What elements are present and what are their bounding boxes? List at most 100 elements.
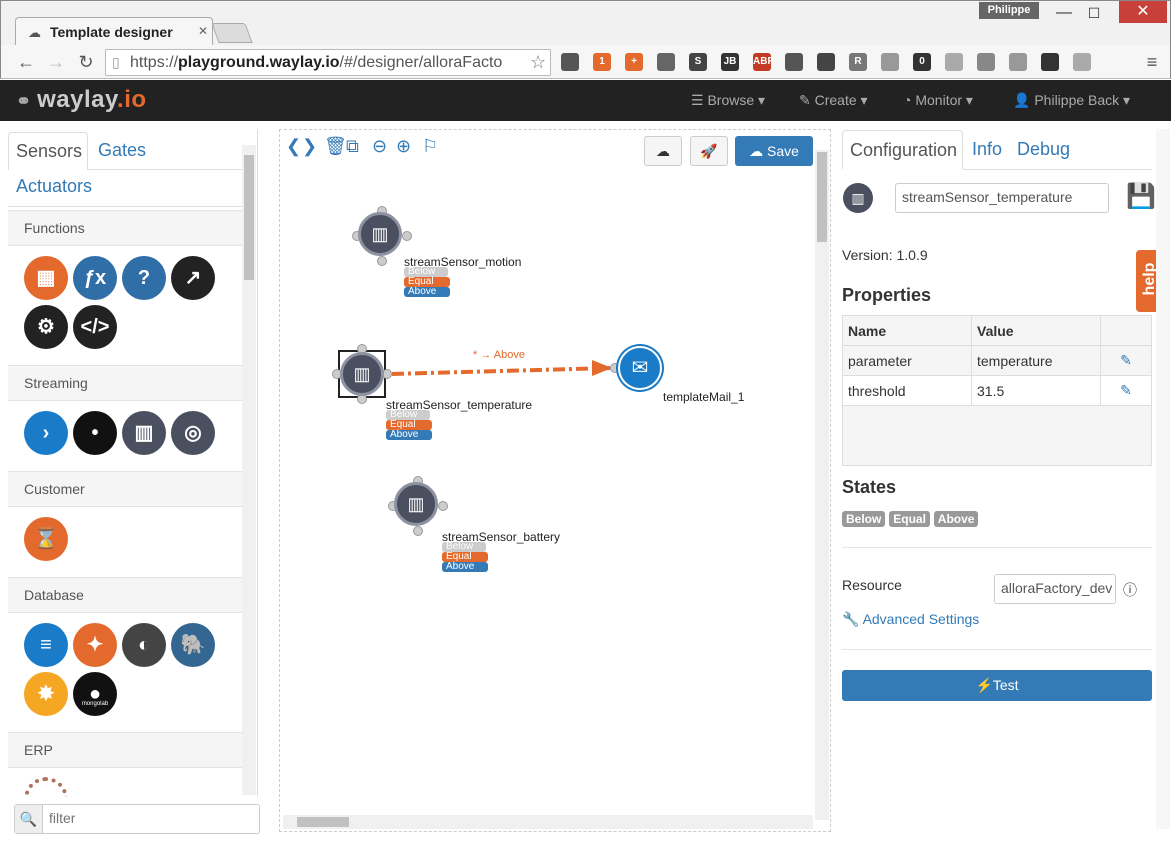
jb-icon[interactable]: JB	[721, 53, 739, 71]
category-customer[interactable]: Customer	[8, 471, 242, 507]
tab-gates[interactable]: Gates	[98, 140, 146, 161]
gears-icon[interactable]: ⚙	[24, 305, 68, 349]
search-icon: 🔍	[15, 805, 43, 833]
dots-icon[interactable]: 1	[593, 53, 611, 71]
canvas-vertical-scrollbar[interactable]	[815, 150, 829, 820]
back-icon[interactable]: ←	[15, 51, 37, 73]
node-states: Below Equal Above	[404, 267, 450, 297]
node-port[interactable]	[402, 231, 412, 241]
node-templateMail[interactable]: ✉	[610, 344, 664, 392]
erp-partial-icon[interactable]	[24, 777, 68, 797]
category-functions[interactable]: Functions	[8, 210, 242, 246]
tab-sensors[interactable]: Sensors	[8, 132, 88, 170]
browser-tab[interactable]: ☁ Template designer ✕	[15, 17, 213, 47]
hourglass-icon[interactable]: ⌛	[24, 517, 68, 561]
stream-dot-icon[interactable]: •	[73, 411, 117, 455]
node-port[interactable]	[438, 501, 448, 511]
question-icon[interactable]: ?	[122, 256, 166, 300]
reload-icon[interactable]: ↻	[75, 51, 97, 73]
address-bar[interactable]: ▯ https://playground.waylay.io/#/designe…	[105, 49, 551, 76]
save-floppy-icon[interactable]: 💾	[1126, 182, 1156, 211]
advanced-settings-link[interactable]: 🔧 Advanced Settings	[842, 611, 979, 628]
info-icon[interactable]: ⓘ	[1123, 580, 1137, 600]
angular-icon[interactable]	[1009, 53, 1027, 71]
chevron-right-icon[interactable]: ›	[24, 411, 68, 455]
edit-icon[interactable]: ✎	[1100, 375, 1152, 406]
close-icon[interactable]: ✕	[198, 24, 208, 38]
version-text: Version: 1.0.9	[842, 247, 928, 263]
node-streamSensor-motion[interactable]: ▥	[352, 206, 412, 266]
edge-line[interactable]	[391, 366, 611, 376]
test-button[interactable]: ⚡Test	[842, 670, 1152, 701]
radar-icon[interactable]: ◎	[171, 411, 215, 455]
scrollbar-thumb[interactable]	[817, 152, 827, 242]
node-streamSensor-temperature[interactable]: ▥	[332, 344, 392, 404]
category-streaming[interactable]: Streaming	[8, 365, 242, 401]
scrollbar-thumb[interactable]	[297, 817, 349, 827]
tab-actuators[interactable]: Actuators	[16, 176, 92, 197]
filter-input[interactable]	[49, 810, 249, 826]
swirl-icon[interactable]	[1073, 53, 1091, 71]
page-scrollbar[interactable]	[1156, 129, 1170, 829]
node-port[interactable]	[377, 256, 387, 266]
table-empty-row	[842, 405, 1152, 466]
function-icon[interactable]: ƒx	[73, 256, 117, 300]
cassandra-icon[interactable]: ✦	[73, 623, 117, 667]
hive-icon[interactable]: ✸	[24, 672, 68, 716]
qr-icon[interactable]	[817, 53, 835, 71]
waylay-logo[interactable]: ⚭ waylay.io	[16, 86, 147, 114]
tab-configuration[interactable]: Configuration	[842, 130, 963, 169]
zero-icon[interactable]: 0	[913, 53, 931, 71]
edit-icon[interactable]: ✎	[1100, 345, 1152, 376]
user-menu[interactable]: 👤 Philippe Back ▾	[1013, 92, 1130, 109]
scrollbar-thumb[interactable]	[244, 155, 254, 280]
monitor-menu[interactable]: ◔ Monitor ▾	[903, 92, 973, 109]
s-icon[interactable]: S	[689, 53, 707, 71]
database-icon[interactable]: ≡	[24, 623, 68, 667]
postgres-icon[interactable]: 🐘	[171, 623, 215, 667]
edge-label: * → Above	[473, 349, 525, 361]
designer-canvas[interactable]: ❮ ❯ 🗑 ⧉ ⊖ ⊕ ⚐ ☁ 🚀 ☁ Save * → Above ▥ str…	[279, 129, 831, 832]
state-above[interactable]: Above	[404, 287, 450, 297]
code-icon[interactable]: </>	[73, 305, 117, 349]
menu-icon[interactable]: ≡	[1141, 51, 1163, 73]
category-database[interactable]: Database	[8, 577, 242, 613]
globe-icon[interactable]	[945, 53, 963, 71]
lamp-icon[interactable]	[561, 53, 579, 71]
property-name: threshold	[842, 375, 972, 406]
resource-input[interactable]: alloraFactory_dev	[994, 574, 1116, 604]
browse-menu[interactable]: ☰ Browse ▾	[691, 92, 765, 109]
node-port[interactable]	[413, 526, 423, 536]
abp-icon[interactable]: ABP	[753, 53, 774, 71]
bookmark-star-icon[interactable]: ☆	[530, 52, 546, 73]
r-icon[interactable]: R	[849, 53, 867, 71]
tab-info[interactable]: Info	[972, 139, 1002, 160]
screen-icon[interactable]	[1041, 53, 1059, 71]
node-streamSensor-battery[interactable]: ▥	[388, 476, 448, 536]
plus-icon[interactable]: +	[625, 53, 643, 71]
state-above[interactable]: Above	[442, 562, 488, 572]
minimize-icon[interactable]: —	[1049, 3, 1079, 25]
window-close-icon[interactable]: ✕	[1119, 1, 1167, 23]
create-menu[interactable]: ✎ Create ▾	[799, 92, 868, 109]
pocket-icon[interactable]	[657, 53, 675, 71]
category-erp[interactable]: ERP	[8, 732, 242, 768]
recycle-icon[interactable]	[785, 53, 803, 71]
tab-debug[interactable]: Debug	[1017, 139, 1070, 160]
canvas-horizontal-scrollbar[interactable]	[283, 815, 813, 829]
divider	[842, 649, 1152, 650]
palette-scrollbar[interactable]	[242, 145, 256, 795]
new-tab-button[interactable]	[211, 23, 253, 43]
profile-badge[interactable]: Philippe	[979, 2, 1039, 19]
bar-chart-icon[interactable]: ▥	[122, 411, 166, 455]
dropbox-icon[interactable]	[977, 53, 995, 71]
forward-icon[interactable]: →	[45, 51, 67, 73]
state-above[interactable]: Above	[386, 430, 432, 440]
mongolab-icon[interactable]: ● mongolab	[73, 672, 117, 716]
maximize-icon[interactable]: ☐	[1079, 3, 1109, 25]
calculator-icon[interactable]: ▦	[24, 256, 68, 300]
node-name-input[interactable]: streamSensor_temperature	[895, 183, 1109, 213]
chart-line-icon[interactable]: ↗	[171, 256, 215, 300]
ghost-icon[interactable]	[881, 53, 899, 71]
mysql-icon[interactable]: ◐	[122, 623, 166, 667]
